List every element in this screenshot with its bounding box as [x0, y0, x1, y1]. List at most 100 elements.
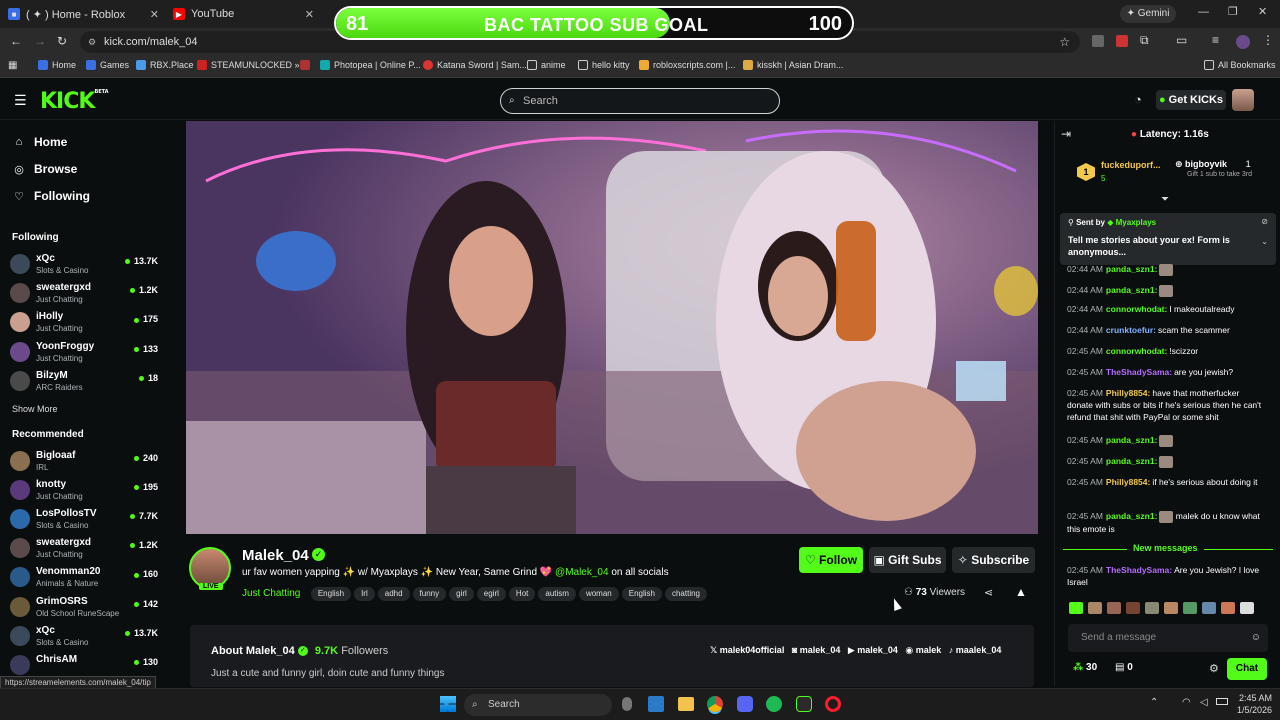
expand-pinned-icon[interactable]: ⌄ — [1261, 237, 1268, 246]
chat-username[interactable]: connorwhodat: — [1106, 346, 1167, 356]
unpin-icon[interactable]: ⊘ — [1261, 217, 1268, 226]
pinned-message[interactable]: ⚲ Sent by ◆ Myaxplays ⊘ Tell me stories … — [1060, 213, 1276, 265]
bookmark-home[interactable]: Home — [38, 60, 76, 70]
bookmark-rbxplace[interactable]: RBX.Place — [136, 60, 194, 70]
share-icon[interactable]: ⋖ — [984, 586, 993, 599]
gift-subs-button[interactable]: ▣ Gift Subs — [869, 547, 946, 573]
streamer-name[interactable]: Malek_04 — [242, 547, 309, 564]
chat-username[interactable]: Philly8854: — [1106, 388, 1150, 398]
follow-button[interactable]: ♡ Follow — [799, 547, 863, 573]
stream-tag[interactable]: girl — [449, 587, 474, 601]
profile-avatar[interactable] — [1236, 35, 1250, 49]
bookmark-anime[interactable]: anime — [527, 60, 566, 70]
sidebar-channel[interactable]: BilzyM ARC Raiders 18 — [10, 369, 160, 395]
sidebar-channel[interactable]: YoonFroggy Just Chatting 133 — [10, 340, 160, 366]
mouse-app-icon[interactable] — [622, 697, 632, 711]
sidebar-channel[interactable]: xQc Slots & Casino 13.7K — [10, 252, 160, 278]
sidebar-nav-following[interactable]: ♡ Following — [12, 189, 90, 203]
hamburger-menu-icon[interactable]: ☰ — [14, 92, 27, 109]
x-link[interactable]: 𝕏 malek04official — [710, 645, 784, 655]
chat-username[interactable]: panda_szn1: — [1106, 264, 1158, 274]
opera-icon[interactable] — [825, 696, 841, 712]
expand-leaderboard-icon[interactable]: ⏷ — [1161, 194, 1169, 205]
stream-tag[interactable]: chatting — [664, 587, 708, 601]
site-info-icon[interactable]: ⚙ — [88, 31, 96, 53]
reload-icon[interactable]: ↻ — [57, 34, 67, 48]
menu-kebab-icon[interactable]: ⋮ — [1262, 33, 1274, 47]
apps-grid-icon[interactable]: ▦ — [8, 60, 17, 71]
stream-tag[interactable]: autism — [538, 587, 576, 601]
stream-tag[interactable]: woman — [578, 587, 619, 601]
discord-icon[interactable] — [737, 696, 753, 712]
emote-icon[interactable] — [1107, 602, 1121, 614]
emote-icon[interactable] — [1126, 602, 1140, 614]
sidebar-channel[interactable]: sweatergxd Just Chatting 1.2K — [10, 281, 160, 307]
stream-tag[interactable]: Hot — [508, 587, 536, 601]
report-icon[interactable]: ▲ — [1015, 585, 1027, 599]
chat-send-button[interactable]: Chat — [1227, 658, 1267, 680]
drops-icon[interactable]: ◔ — [1134, 92, 1142, 107]
instagram-link[interactable]: ◙ malek_04 — [792, 645, 841, 655]
all-bookmarks[interactable]: All Bookmarks — [1204, 60, 1276, 70]
bookmark-kisskh[interactable]: kisskh | Asian Dram... — [743, 60, 843, 70]
browser-tab-roblox[interactable]: ■ ( ✦ ) Home - Roblox ✕ — [0, 4, 165, 24]
chat-username[interactable]: panda_szn1: — [1106, 435, 1158, 445]
chat-username[interactable]: connorwhodat: — [1106, 304, 1167, 314]
bookmark-photopea[interactable]: Photopea | Online P... — [320, 60, 421, 70]
chat-username[interactable]: panda_szn1: — [1106, 511, 1158, 521]
cast-icon[interactable]: ▭ — [1176, 33, 1187, 47]
spotify-icon[interactable] — [766, 696, 782, 712]
emote-icon[interactable] — [1240, 602, 1254, 614]
bookmark-games[interactable]: Games — [86, 60, 129, 70]
bookmark-katana[interactable]: Katana Sword | Sam... — [423, 60, 527, 70]
minimize-icon[interactable]: — — [1198, 6, 1209, 18]
emote-icon[interactable] — [1069, 602, 1083, 614]
emoji-picker-icon[interactable]: ☺ — [1251, 624, 1261, 652]
stream-tag[interactable]: Irl — [354, 587, 375, 601]
stream-tag[interactable]: English — [310, 587, 352, 601]
bookmark-hello-kitty[interactable]: hello kitty — [578, 60, 630, 70]
close-window-icon[interactable]: ✕ — [1258, 5, 1267, 18]
emote-icon[interactable] — [1202, 602, 1216, 614]
bookmark-robloxscripts[interactable]: robloxscripts.com |... — [639, 60, 735, 70]
taskbar-search[interactable]: ⌕ Search — [464, 694, 612, 716]
sidebar-channel[interactable]: LosPollosTV Slots & Casino 7.7K — [10, 507, 160, 533]
emote-icon[interactable] — [1164, 602, 1178, 614]
emote-icon[interactable] — [1183, 602, 1197, 614]
app-icon[interactable] — [796, 696, 812, 712]
taskbar-clock[interactable]: 2:45 AM 1/5/2026 — [1232, 692, 1272, 716]
extensions-puzzle-icon[interactable]: ⧉ — [1140, 33, 1149, 48]
emote-icon[interactable] — [1088, 602, 1102, 614]
video-player[interactable] — [186, 121, 1038, 534]
gifts-balance[interactable]: ▤ 0 — [1115, 662, 1133, 673]
chat-username[interactable]: Philly8854: — [1106, 477, 1150, 487]
windows-start-icon[interactable] — [440, 696, 456, 712]
user-avatar[interactable] — [1232, 89, 1254, 111]
close-tab-icon[interactable]: ✕ — [150, 8, 159, 21]
tab-search-icon[interactable]: ≡ — [1212, 33, 1219, 47]
show-more-link[interactable]: Show More — [12, 404, 58, 414]
paint-app-icon[interactable] — [648, 696, 664, 712]
sidebar-channel[interactable]: sweatergxd Just Chatting 1.2K — [10, 536, 160, 562]
back-icon[interactable]: ← — [10, 34, 22, 48]
subscribe-button[interactable]: ✧ Subscribe — [952, 547, 1035, 573]
forward-icon[interactable]: → — [34, 34, 46, 48]
chat-settings-icon[interactable]: ⚙ — [1209, 662, 1219, 675]
close-tab-icon[interactable]: ✕ — [305, 8, 314, 21]
tiktok-link[interactable]: ♪ maalek_04 — [949, 645, 1002, 655]
sidebar-channel[interactable]: iHolly Just Chatting 175 — [10, 310, 160, 336]
get-kicks-button[interactable]: ● Get KICKs — [1156, 90, 1226, 110]
leader-name[interactable]: fuckeduporf... — [1101, 160, 1161, 170]
new-messages-divider[interactable]: New messages — [1063, 543, 1273, 561]
collapse-chat-icon[interactable]: ⇥ — [1061, 127, 1071, 141]
youtube-link[interactable]: ▶ malek_04 — [848, 645, 898, 655]
discord-link[interactable]: ◉ malek — [905, 645, 941, 655]
sidebar-channel[interactable]: GrimOSRS Old School RuneScape 142 — [10, 595, 160, 621]
sidebar-channel[interactable]: xQc Slots & Casino 13.7K — [10, 624, 160, 650]
chat-username[interactable]: TheShadySama: — [1106, 367, 1172, 377]
emote-icon[interactable] — [1221, 602, 1235, 614]
sidebar-nav-browse[interactable]: ◎ Browse — [12, 162, 77, 176]
bookmark-steamunlocked[interactable]: STEAMUNLOCKED »... — [197, 60, 307, 70]
stream-tag[interactable]: funny — [412, 587, 447, 601]
chat-input[interactable]: Send a message ☺ — [1068, 624, 1268, 652]
